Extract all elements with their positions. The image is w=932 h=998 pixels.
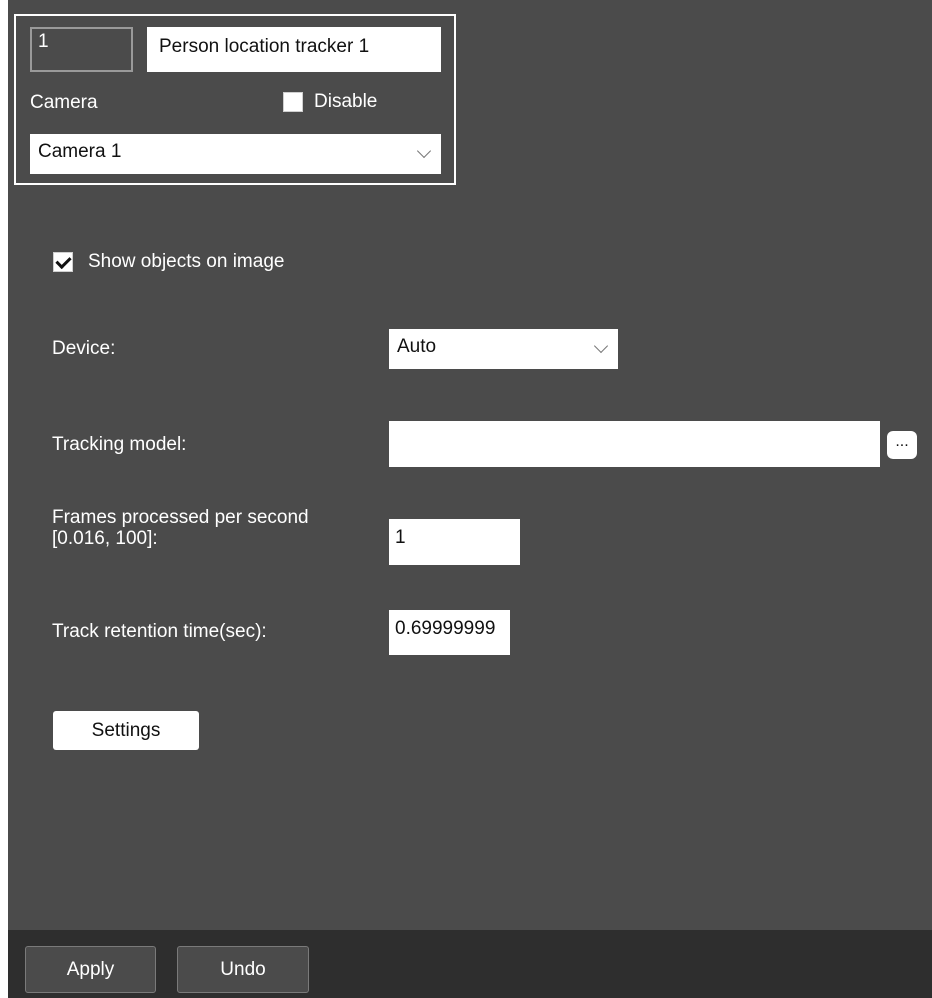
device-select-value: Auto [397, 336, 437, 357]
footer-bar: Apply Undo [8, 930, 932, 998]
camera-label: Camera [30, 92, 98, 113]
disable-checkbox[interactable] [283, 92, 303, 112]
fps-input[interactable]: 1 [389, 519, 520, 565]
retention-label: Track retention time(sec): [52, 621, 267, 642]
device-label: Device: [52, 338, 116, 359]
browse-button[interactable]: ... [887, 431, 917, 459]
settings-button[interactable]: Settings [53, 711, 199, 750]
chevron-down-icon [416, 143, 432, 159]
retention-input[interactable]: 0.69999999 [389, 610, 510, 655]
object-group-box: 1 Person location tracker 1 Camera Disab… [14, 14, 456, 185]
apply-button[interactable]: Apply [25, 946, 156, 993]
tracking-model-label: Tracking model: [52, 434, 187, 455]
object-id-field[interactable]: 1 [30, 27, 133, 72]
camera-select-value: Camera 1 [38, 141, 122, 162]
fps-label-line-1: Frames processed per second [52, 507, 309, 528]
fps-label-line-2: [0.016, 100]: [52, 528, 158, 549]
show-objects-label: Show objects on image [88, 251, 285, 272]
object-name-field[interactable]: Person location tracker 1 [147, 27, 441, 72]
settings-panel: 1 Person location tracker 1 Camera Disab… [8, 0, 932, 998]
disable-label: Disable [314, 91, 378, 112]
show-objects-checkbox[interactable] [53, 252, 73, 272]
fps-label: Frames processed per second [0.016, 100]… [52, 507, 309, 549]
undo-button[interactable]: Undo [177, 946, 309, 993]
chevron-down-icon [593, 338, 609, 354]
device-select[interactable]: Auto [389, 329, 618, 369]
camera-select[interactable]: Camera 1 [30, 134, 441, 174]
tracking-model-input[interactable] [389, 421, 880, 467]
